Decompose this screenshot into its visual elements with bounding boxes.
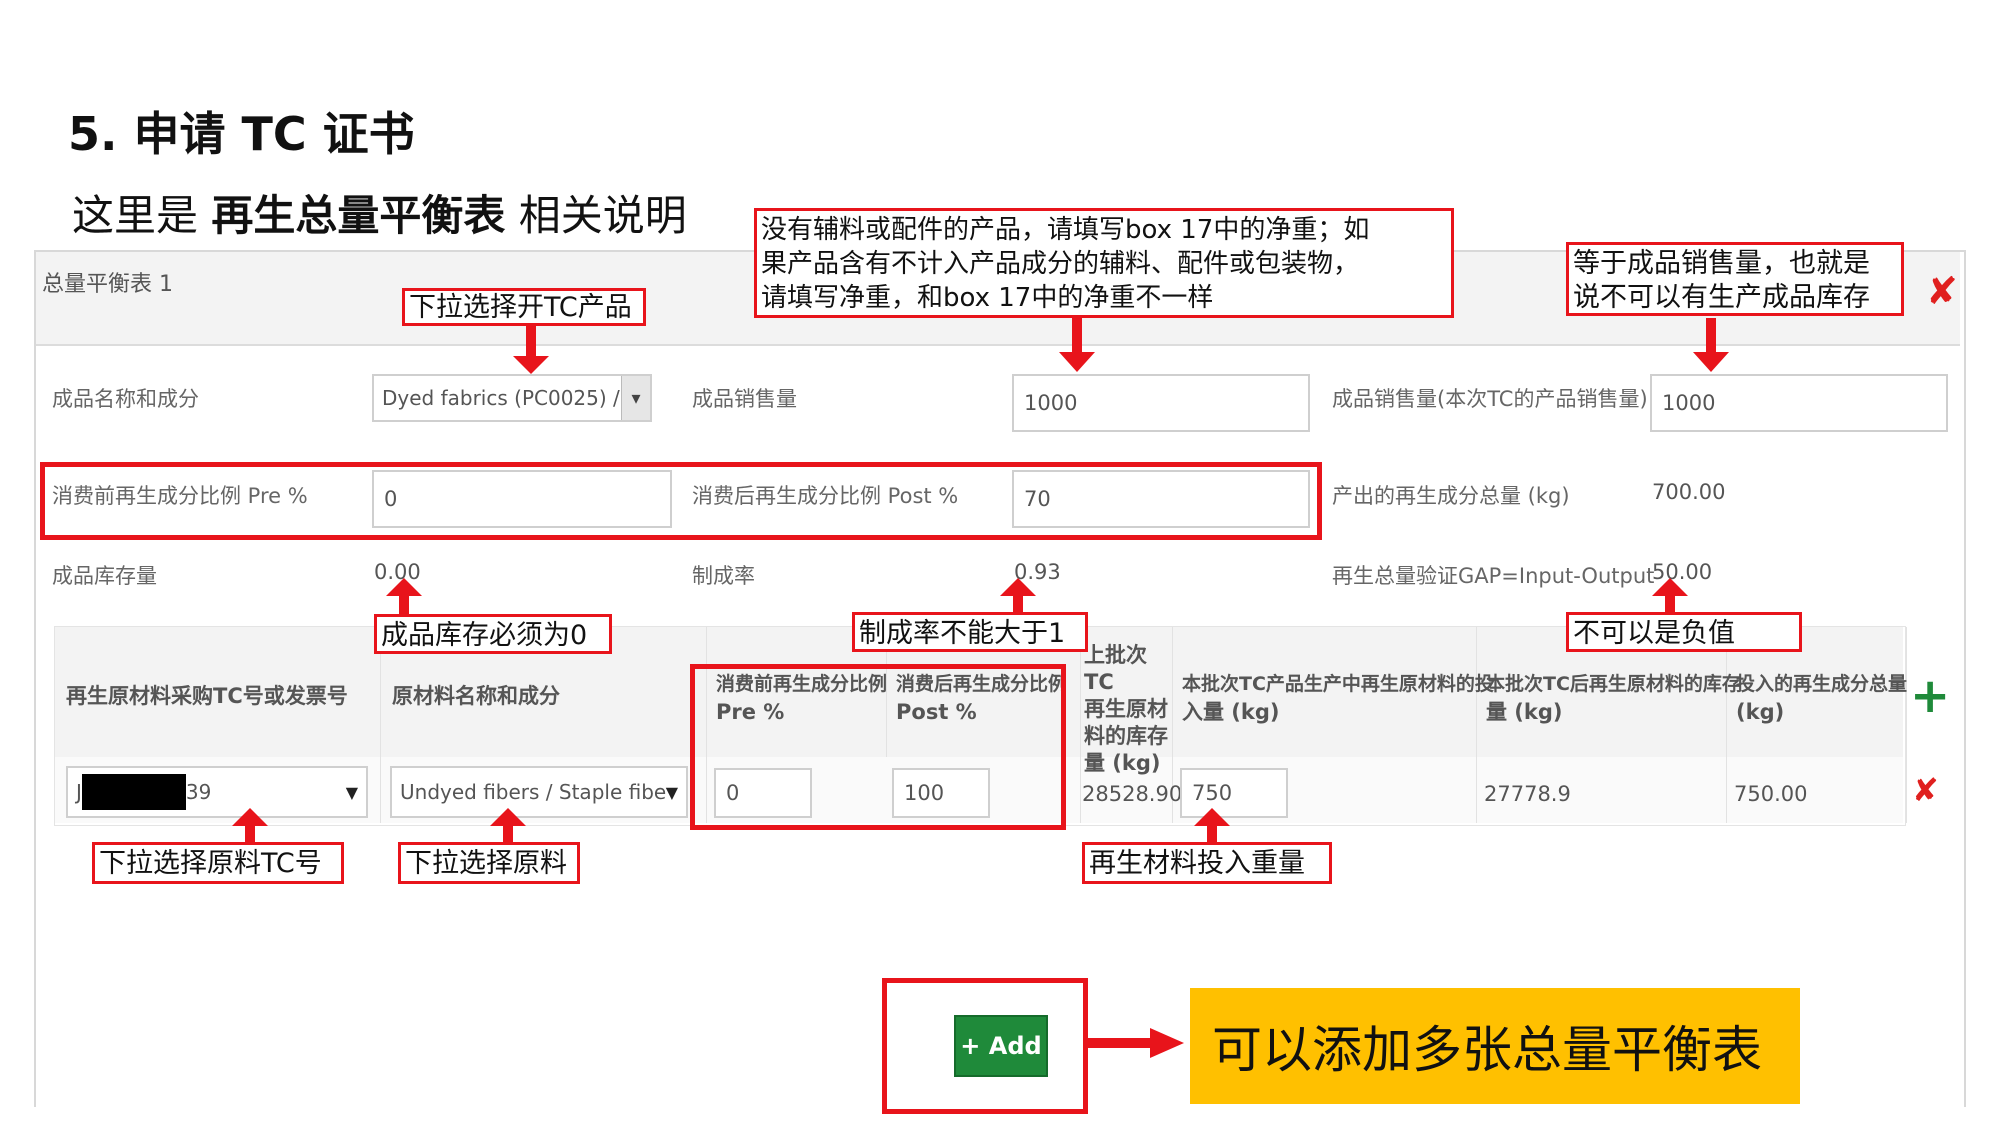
arrow-stem [526,326,536,358]
arrow-stem [245,824,255,844]
arrow-head-up [1000,578,1036,596]
arrow-head-down [1693,352,1729,372]
arrow-head-up [386,578,422,596]
arrow-head-up [1194,808,1230,826]
arrow-head-right [1150,1028,1184,1058]
arrow-head-up [490,808,526,826]
arrow-stem [1013,594,1023,614]
add-button[interactable]: + Add [954,1015,1048,1077]
arrow-stem [1665,594,1675,614]
arrow-head-up [232,808,268,826]
arrow-stem [1072,318,1082,354]
arrow-head-down [1059,352,1095,372]
arrow-stem [1706,318,1716,354]
arrow-stem [503,824,513,844]
arrow-stem [1207,824,1217,844]
arrow-head-down [513,356,549,374]
annotation-arrows [232,318,1729,1058]
arrow-stem [1088,1038,1154,1048]
callout-add-more: 可以添加多张总量平衡表 [1190,988,1800,1104]
arrow-head-up [1652,578,1688,596]
arrow-stem [399,594,409,616]
